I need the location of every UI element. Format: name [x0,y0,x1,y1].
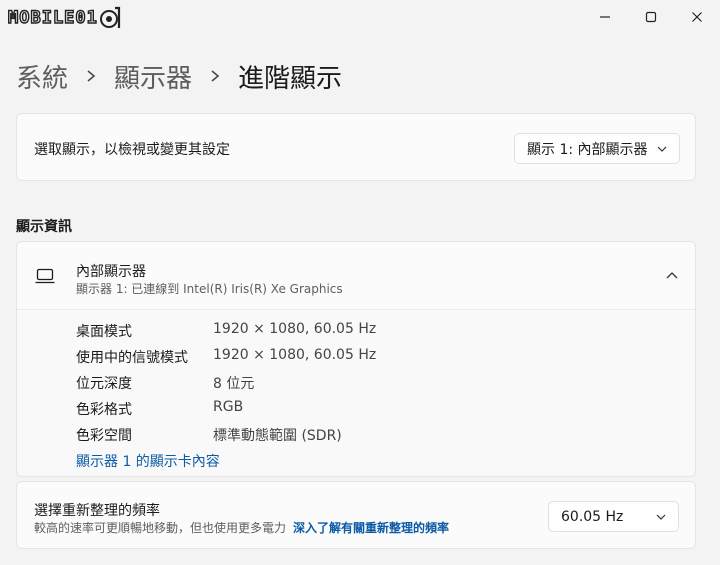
laptop-icon [35,268,55,284]
display-info-subtitle: 顯示器 1: 已連線到 Intel(R) Iris(R) Xe Graphics [76,282,343,296]
chevron-down-icon [656,514,666,520]
maximize-icon [645,11,657,23]
chevron-right-icon [68,58,114,94]
info-value: 1920 × 1080, 60.05 Hz [213,321,377,337]
refresh-rate-description: 較高的速率可更順暢地移動，但也使用更多電力 [34,521,287,535]
info-row-desktop-mode: 桌面模式 1920 × 1080, 60.05 Hz [76,321,376,341]
refresh-rate-value: 60.05 Hz [561,508,624,525]
info-key: 使用中的信號模式 [76,350,188,366]
display-info-header[interactable]: 內部顯示器 顯示器 1: 已連線到 Intel(R) Iris(R) Xe Gr… [17,242,695,310]
display-dropdown[interactable]: 顯示 1: 內部顯示器 [514,133,680,164]
info-key: 桌面模式 [76,324,132,340]
refresh-rate-description-line: 較高的速率可更順暢地移動，但也使用更多電力 深入了解有關重新整理的頻率 [34,519,449,536]
page-title: 進階顯示 [238,63,343,94]
display-adapter-properties-link[interactable]: 顯示器 1 的顯示卡內容 [76,451,220,471]
info-value: RGB [213,399,244,415]
info-row-active-signal-mode: 使用中的信號模式 1920 × 1080, 60.05 Hz [76,347,376,367]
section-title-display-info: 顯示資訊 [16,219,72,235]
chevron-down-icon [657,146,667,152]
close-icon [692,12,702,22]
breadcrumb-system[interactable]: 系統 [16,58,68,95]
info-row-color-format: 色彩格式 RGB [76,399,243,419]
minimize-button[interactable] [594,6,616,28]
breadcrumb-display[interactable]: 顯示器 [114,58,192,95]
select-display-label: 選取顯示，以檢視或變更其設定 [34,142,230,158]
title-bar: MOBILE01 [0,0,720,34]
info-key: 色彩空間 [76,428,132,444]
display-info-details: 桌面模式 1920 × 1080, 60.05 Hz 使用中的信號模式 1920… [17,311,695,476]
info-value: 8 位元 [213,376,255,392]
display-info-card: 內部顯示器 顯示器 1: 已連線到 Intel(R) Iris(R) Xe Gr… [16,241,696,477]
breadcrumb: 系統 顯示器 進階顯示 [16,58,342,94]
info-key: 位元深度 [76,376,132,392]
info-value: 1920 × 1080, 60.05 Hz [213,347,377,363]
display-info-title: 內部顯示器 [76,264,146,280]
select-display-card: 選取顯示，以檢視或變更其設定 顯示 1: 內部顯示器 [16,113,696,181]
watermark-logo-icon [99,6,120,28]
refresh-rate-learn-more-link[interactable]: 深入了解有關重新整理的頻率 [293,519,449,536]
chevron-right-icon [192,58,238,94]
mobile01-watermark: MOBILE01 [7,5,122,31]
info-key: 色彩格式 [76,402,132,418]
info-value: 標準動態範圍 (SDR) [213,428,342,444]
minimize-icon [600,16,610,18]
refresh-rate-card: 選擇重新整理的頻率 較高的速率可更順暢地移動，但也使用更多電力 深入了解有關重新… [16,481,696,549]
display-dropdown-value: 顯示 1: 內部顯示器 [527,141,648,158]
watermark-text: MOBILE01 [7,7,98,28]
info-row-color-space: 色彩空間 標準動態範圍 (SDR) [76,425,342,445]
maximize-button[interactable] [640,6,662,28]
collapse-button[interactable] [663,266,681,284]
info-row-bit-depth: 位元深度 8 位元 [76,373,254,393]
chevron-up-icon [666,272,678,279]
close-button[interactable] [686,6,708,28]
refresh-rate-title: 選擇重新整理的頻率 [34,503,160,519]
refresh-rate-dropdown[interactable]: 60.05 Hz [548,501,679,532]
